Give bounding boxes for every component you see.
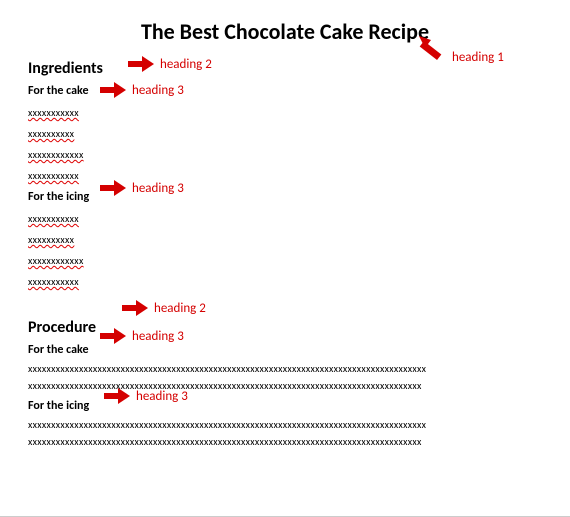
placeholder-line: xxxxxxxxxxx [28,274,79,289]
placeholder-para: xxxxxxxxxxxxxxxxxxxxxxxxxxxxxxxxxxxxxxxx… [28,417,542,432]
placeholder-line: xxxxxxxxxx [28,126,74,141]
placeholder-line: xxxxxxxxxxxx [28,147,84,162]
page-title: The Best Chocolate Cake Recipe [28,18,542,45]
procedure-icing-heading: For the icing [28,399,542,413]
placeholder-para: xxxxxxxxxxxxxxxxxxxxxxxxxxxxxxxxxxxxxxxx… [28,378,542,393]
procedure-cake-heading: For the cake [28,343,542,357]
placeholder-line: xxxxxxxxxxx [28,105,79,120]
ingredients-cake-heading: For the cake [28,84,542,98]
placeholder-line: xxxxxxxxxxx [28,211,79,226]
placeholder-para: xxxxxxxxxxxxxxxxxxxxxxxxxxxxxxxxxxxxxxxx… [28,434,542,449]
annotation-label: heading 2 [154,301,206,316]
procedure-heading: Procedure [28,318,542,337]
placeholder-line: xxxxxxxxxx [28,232,74,247]
placeholder-line: xxxxxxxxxxx [28,168,79,183]
arrow-right-icon [122,300,148,316]
placeholder-para: xxxxxxxxxxxxxxxxxxxxxxxxxxxxxxxxxxxxxxxx… [28,361,542,376]
annotation-heading-2-b: heading 2 [122,300,206,316]
placeholder-line: xxxxxxxxxxxx [28,253,84,268]
ingredients-icing-heading: For the icing [28,190,542,204]
ingredients-heading: Ingredients [28,59,542,78]
